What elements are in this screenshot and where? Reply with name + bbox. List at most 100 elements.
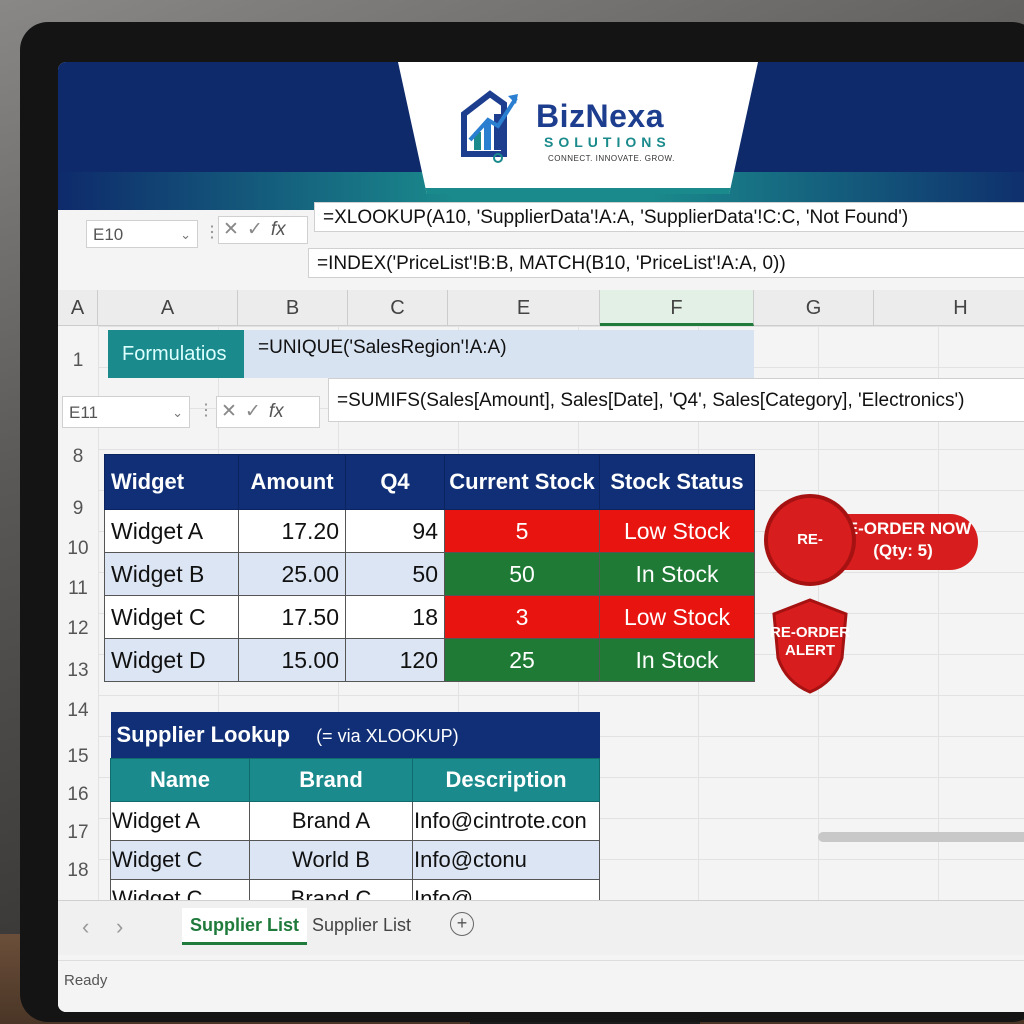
row-header[interactable]: 17 [58, 822, 98, 844]
row-header[interactable]: 9 [58, 498, 98, 520]
table-row: Widget A Brand A Info@cintrote.con [110, 801, 600, 841]
supplier-table-caption-row: Supplier Lookup (= via XLOOKUP) [110, 712, 600, 759]
chevron-left-icon[interactable]: ‹ [82, 914, 89, 940]
table-row: Widget C 17.50 18 3 Low Stock [104, 595, 755, 639]
more-icon: ⋮ [198, 402, 214, 419]
formulas-label-cell[interactable]: Formulatios [108, 330, 244, 378]
supplier-name-cell[interactable]: Widget C [110, 840, 250, 880]
row-header[interactable]: 16 [58, 784, 98, 806]
row-header[interactable]: 14 [58, 700, 98, 722]
amount-cell[interactable]: 25.00 [238, 552, 346, 596]
amount-cell[interactable]: 15.00 [238, 638, 346, 682]
sheet-tab-active[interactable]: Supplier List [182, 908, 308, 945]
supplier-desc-cell[interactable]: Info@ctonu [412, 840, 600, 880]
table-row: Widget B 25.00 50 50 In Stock [104, 552, 755, 596]
chevron-down-icon[interactable]: ⌄ [172, 397, 183, 429]
unique-formula-cell[interactable]: =UNIQUE('SalesRegion'!A:A) [244, 330, 754, 378]
header-stock-status[interactable]: Stock Status [599, 454, 755, 510]
brand-name: BizNexa [536, 98, 664, 134]
stock-status-cell[interactable]: In Stock [599, 552, 755, 596]
stock-status-cell[interactable]: Low Stock [599, 595, 755, 639]
current-stock-cell[interactable]: 5 [444, 509, 600, 553]
name-box-2[interactable]: E11 ⌄ [62, 396, 190, 428]
formula-controls-2: ✕ ✓ fx [216, 396, 320, 428]
header-current-stock[interactable]: Current Stock [444, 454, 600, 510]
header-widget[interactable]: Widget [104, 454, 239, 510]
column-header[interactable]: A [58, 290, 98, 326]
name-box-value: E11 [69, 403, 98, 422]
row-header[interactable]: 18 [58, 860, 98, 882]
row-header[interactable]: 13 [58, 660, 98, 682]
supplier-table-caption: Supplier Lookup (= via XLOOKUP) [110, 712, 600, 759]
monitor-bezel: BizNexa SOLUTIONS CONNECT. INNOVATE. GRO… [20, 22, 1024, 1022]
name-box-value: E10 [93, 225, 124, 244]
formula-controls: ✕ ✓ fx [218, 216, 308, 244]
header-brand[interactable]: Brand [249, 758, 413, 802]
amount-cell[interactable]: 17.50 [238, 595, 346, 639]
row-header[interactable]: 10 [58, 538, 98, 560]
header-amount[interactable]: Amount [238, 454, 346, 510]
sheet-tab[interactable]: Supplier List [304, 908, 419, 942]
supplier-brand-cell[interactable]: World B [249, 840, 413, 880]
name-box[interactable]: E10 ⌄ [86, 220, 198, 248]
brand-tagline: CONNECT. INNOVATE. GROW. [548, 154, 675, 163]
function-icon[interactable]: fx [269, 397, 284, 427]
cancel-icon[interactable]: ✕ [221, 397, 237, 427]
q4-cell[interactable]: 18 [345, 595, 445, 639]
widget-name-cell[interactable]: Widget A [104, 509, 239, 553]
supplier-desc-cell[interactable]: Info@cintrote.con [412, 801, 600, 841]
q4-cell[interactable]: 50 [345, 552, 445, 596]
row-header[interactable]: 8 [58, 446, 98, 468]
stock-table-header: Widget Amount Q4 Current Stock Stock Sta… [104, 454, 755, 510]
supplier-brand-cell[interactable]: Brand A [249, 801, 413, 841]
enter-icon[interactable]: ✓ [247, 217, 263, 243]
row-header[interactable]: 15 [58, 746, 98, 768]
column-header[interactable]: B [238, 290, 348, 326]
column-header[interactable]: C [348, 290, 448, 326]
column-header[interactable]: H [874, 290, 1024, 326]
supplier-table: Supplier Lookup (= via XLOOKUP) Name Bran… [110, 712, 600, 919]
amount-cell[interactable]: 17.20 [238, 509, 346, 553]
formula-input-line-2[interactable]: =INDEX('PriceList'!B:B, MATCH(B10, 'Pric… [308, 248, 1024, 278]
chevron-right-icon[interactable]: › [116, 914, 123, 940]
reorder-alert-line1: RE-ORDER [770, 624, 851, 641]
horizontal-scrollbar[interactable] [818, 832, 1024, 842]
header-q4[interactable]: Q4 [345, 454, 445, 510]
current-stock-cell[interactable]: 25 [444, 638, 600, 682]
table-row: Widget D 15.00 120 25 In Stock [104, 638, 755, 682]
column-header-selected[interactable]: F [600, 290, 754, 326]
table-row: Widget A 17.20 94 5 Low Stock [104, 509, 755, 553]
supplier-name-cell[interactable]: Widget A [110, 801, 250, 841]
function-icon[interactable]: fx [271, 217, 286, 243]
header-description[interactable]: Description [412, 758, 600, 802]
column-header[interactable]: G [754, 290, 874, 326]
widget-name-cell[interactable]: Widget B [104, 552, 239, 596]
q4-cell[interactable]: 94 [345, 509, 445, 553]
reorder-badge[interactable]: RE-ORDER! [764, 494, 856, 632]
reorder-alert-label: RE-ORDER ALERT [770, 624, 850, 660]
current-stock-cell[interactable]: 3 [444, 595, 600, 639]
reorder-alert-line2: ALERT [785, 642, 835, 659]
table-row: Widget C World B Info@ctonu [110, 840, 600, 880]
chevron-down-icon[interactable]: ⌄ [180, 221, 191, 249]
q4-cell[interactable]: 120 [345, 638, 445, 682]
row-header[interactable]: 1 [58, 350, 98, 372]
stock-status-cell[interactable]: Low Stock [599, 509, 755, 553]
column-header[interactable]: E [448, 290, 600, 326]
biznexa-logo-icon [461, 90, 518, 163]
add-sheet-icon[interactable]: + [450, 912, 474, 936]
cancel-icon[interactable]: ✕ [223, 217, 239, 243]
current-stock-cell[interactable]: 50 [444, 552, 600, 596]
column-header[interactable]: A [98, 290, 238, 326]
widget-name-cell[interactable]: Widget C [104, 595, 239, 639]
formula-input-2[interactable]: =SUMIFS(Sales[Amount], Sales[Date], 'Q4'… [328, 378, 1024, 422]
stock-status-cell[interactable]: In Stock [599, 638, 755, 682]
widget-name-cell[interactable]: Widget D [104, 638, 239, 682]
enter-icon[interactable]: ✓ [245, 397, 261, 427]
stock-table: Widget Amount Q4 Current Stock Stock Sta… [104, 454, 755, 682]
row-header[interactable]: 12 [58, 618, 98, 640]
row-header[interactable]: 11 [58, 578, 98, 600]
header-name[interactable]: Name [110, 758, 250, 802]
formula-input[interactable]: =XLOOKUP(A10, 'SupplierData'!A:A, 'Suppl… [314, 202, 1024, 232]
supplier-table-via: (= via XLOOKUP) [316, 726, 459, 746]
